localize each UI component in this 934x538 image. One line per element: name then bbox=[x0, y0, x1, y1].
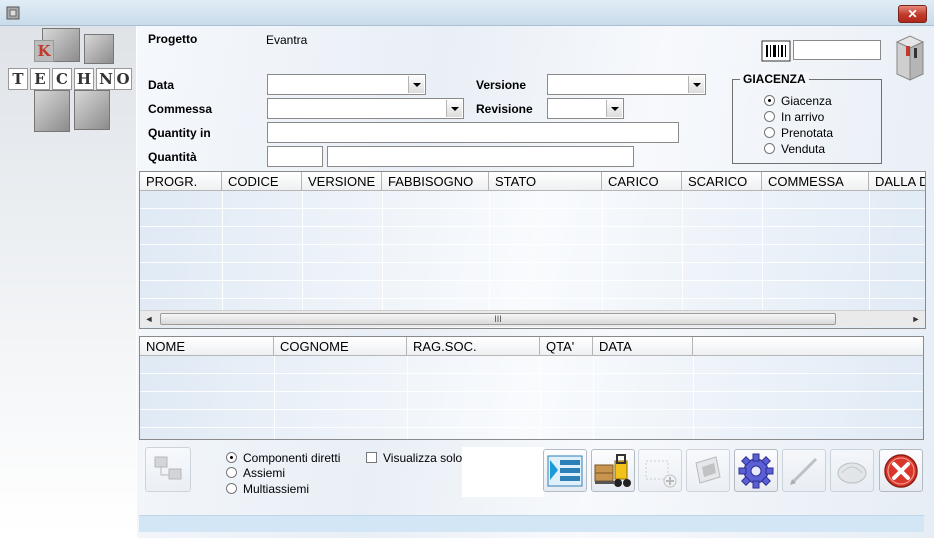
quantity-in-label: Quantity in bbox=[148, 126, 211, 140]
barcode-field[interactable] bbox=[793, 40, 881, 60]
column-header[interactable]: STATO bbox=[489, 172, 602, 191]
list-view-button[interactable] bbox=[543, 449, 587, 492]
quantity-in-field[interactable] bbox=[267, 122, 679, 143]
column-header[interactable]: PROGR. bbox=[140, 172, 222, 191]
radio-icon[interactable] bbox=[764, 127, 775, 139]
add-button[interactable] bbox=[638, 449, 682, 492]
revisione-label: Revisione bbox=[476, 102, 533, 116]
settings-button[interactable] bbox=[734, 449, 778, 492]
logo-letter-k: K bbox=[34, 40, 54, 62]
people-grid-header: NOME COGNOME RAG.SOC. QTA' DATA bbox=[140, 337, 923, 356]
column-header[interactable]: COGNOME bbox=[274, 337, 407, 356]
components-grid-body bbox=[140, 191, 925, 328]
column-header-empty bbox=[693, 337, 923, 356]
list-icon bbox=[547, 455, 583, 486]
radio-selected-icon[interactable] bbox=[764, 95, 775, 107]
radio-icon[interactable] bbox=[226, 483, 237, 495]
chevron-down-icon[interactable] bbox=[606, 100, 622, 117]
package-icon bbox=[895, 35, 925, 81]
components-grid-header: PROGR. CODICE VERSIONE FABBISOGNO STATO … bbox=[140, 172, 925, 191]
window-close-button[interactable]: ✕ bbox=[898, 5, 927, 23]
chevron-down-icon[interactable] bbox=[688, 76, 704, 93]
logo-letter: E bbox=[30, 68, 50, 90]
barcode-icon[interactable] bbox=[761, 40, 791, 62]
logo-letter: O bbox=[114, 68, 132, 90]
title-bar: ✕ bbox=[0, 0, 934, 26]
pen-icon bbox=[790, 457, 818, 485]
radio-componenti-diretti[interactable]: Componenti diretti bbox=[226, 450, 340, 465]
status-bar bbox=[139, 515, 924, 532]
logo-letter: T bbox=[8, 68, 28, 90]
close-form-button[interactable] bbox=[879, 449, 923, 492]
close-icon bbox=[884, 453, 918, 488]
scroll-right-icon[interactable]: ► bbox=[910, 313, 922, 325]
logo-letter: N bbox=[96, 68, 116, 90]
people-grid[interactable]: NOME COGNOME RAG.SOC. QTA' DATA bbox=[139, 336, 924, 440]
logo-letter: C bbox=[52, 68, 72, 90]
scroll-left-icon[interactable]: ◄ bbox=[143, 313, 155, 325]
commessa-label: Commessa bbox=[148, 102, 213, 116]
edit-button[interactable] bbox=[782, 449, 826, 492]
techno-logo: K T E C H N O bbox=[4, 28, 134, 136]
erase-button[interactable] bbox=[830, 449, 874, 492]
column-header[interactable]: CARICO bbox=[602, 172, 682, 191]
eraser-icon bbox=[837, 462, 867, 483]
logo-letter: H bbox=[74, 68, 94, 90]
column-header[interactable]: FABBISOGNO bbox=[382, 172, 489, 191]
quantita-field[interactable] bbox=[267, 146, 323, 167]
checkbox-icon[interactable] bbox=[366, 452, 377, 464]
radio-prenotata[interactable]: Prenotata bbox=[764, 125, 833, 140]
data-combo[interactable] bbox=[267, 74, 426, 95]
radio-assiemi[interactable]: Assiemi bbox=[226, 465, 285, 480]
chevron-down-icon[interactable] bbox=[446, 100, 462, 117]
print-icon bbox=[695, 455, 721, 484]
scroll-thumb[interactable]: III bbox=[160, 313, 836, 325]
quantita-label: Quantità bbox=[148, 150, 197, 164]
components-grid[interactable]: PROGR. CODICE VERSIONE FABBISOGNO STATO … bbox=[139, 171, 926, 329]
column-header[interactable]: CODICE bbox=[222, 172, 302, 191]
column-header[interactable]: DATA bbox=[593, 337, 693, 356]
column-header[interactable]: QTA' bbox=[540, 337, 593, 356]
radio-selected-icon[interactable] bbox=[226, 452, 237, 464]
forklift-button[interactable] bbox=[591, 449, 635, 492]
radio-icon[interactable] bbox=[764, 111, 775, 123]
progetto-value: Evantra bbox=[266, 33, 308, 47]
forklift-icon bbox=[594, 453, 631, 487]
print-button[interactable] bbox=[686, 449, 730, 492]
versione-label: Versione bbox=[476, 78, 527, 92]
giacenza-title: GIACENZA bbox=[740, 72, 809, 86]
quantita-description-field[interactable] bbox=[327, 146, 634, 167]
tree-icon bbox=[154, 456, 182, 479]
column-header[interactable]: VERSIONE bbox=[302, 172, 382, 191]
components-tree-button[interactable] bbox=[145, 447, 191, 492]
radio-in-arrivo[interactable]: In arrivo bbox=[764, 109, 824, 124]
radio-multiassiemi[interactable]: Multiassiemi bbox=[226, 481, 309, 496]
radio-icon[interactable] bbox=[226, 467, 237, 479]
column-header[interactable]: SCARICO bbox=[682, 172, 762, 191]
progetto-label: Progetto bbox=[148, 32, 198, 46]
column-header[interactable]: DALLA D bbox=[869, 172, 925, 191]
versione-combo[interactable] bbox=[547, 74, 706, 95]
horizontal-scrollbar[interactable]: ◄ III ► bbox=[140, 310, 925, 327]
app-icon bbox=[6, 6, 20, 20]
radio-icon[interactable] bbox=[764, 143, 775, 155]
blank-panel bbox=[462, 447, 544, 497]
column-header[interactable]: NOME bbox=[140, 337, 274, 356]
people-grid-body bbox=[140, 356, 923, 439]
chevron-down-icon[interactable] bbox=[408, 76, 424, 93]
add-icon bbox=[645, 460, 677, 487]
data-label: Data bbox=[148, 78, 175, 92]
column-header[interactable]: RAG.SOC. bbox=[407, 337, 540, 356]
radio-giacenza[interactable]: Giacenza bbox=[764, 93, 832, 108]
revisione-combo[interactable] bbox=[547, 98, 624, 119]
commessa-combo[interactable] bbox=[267, 98, 464, 119]
radio-venduta[interactable]: Venduta bbox=[764, 141, 825, 156]
column-header[interactable]: COMMESSA bbox=[762, 172, 869, 191]
visualizza-solo-checkbox[interactable]: Visualizza solo bbox=[366, 450, 463, 465]
gear-icon bbox=[738, 453, 774, 488]
